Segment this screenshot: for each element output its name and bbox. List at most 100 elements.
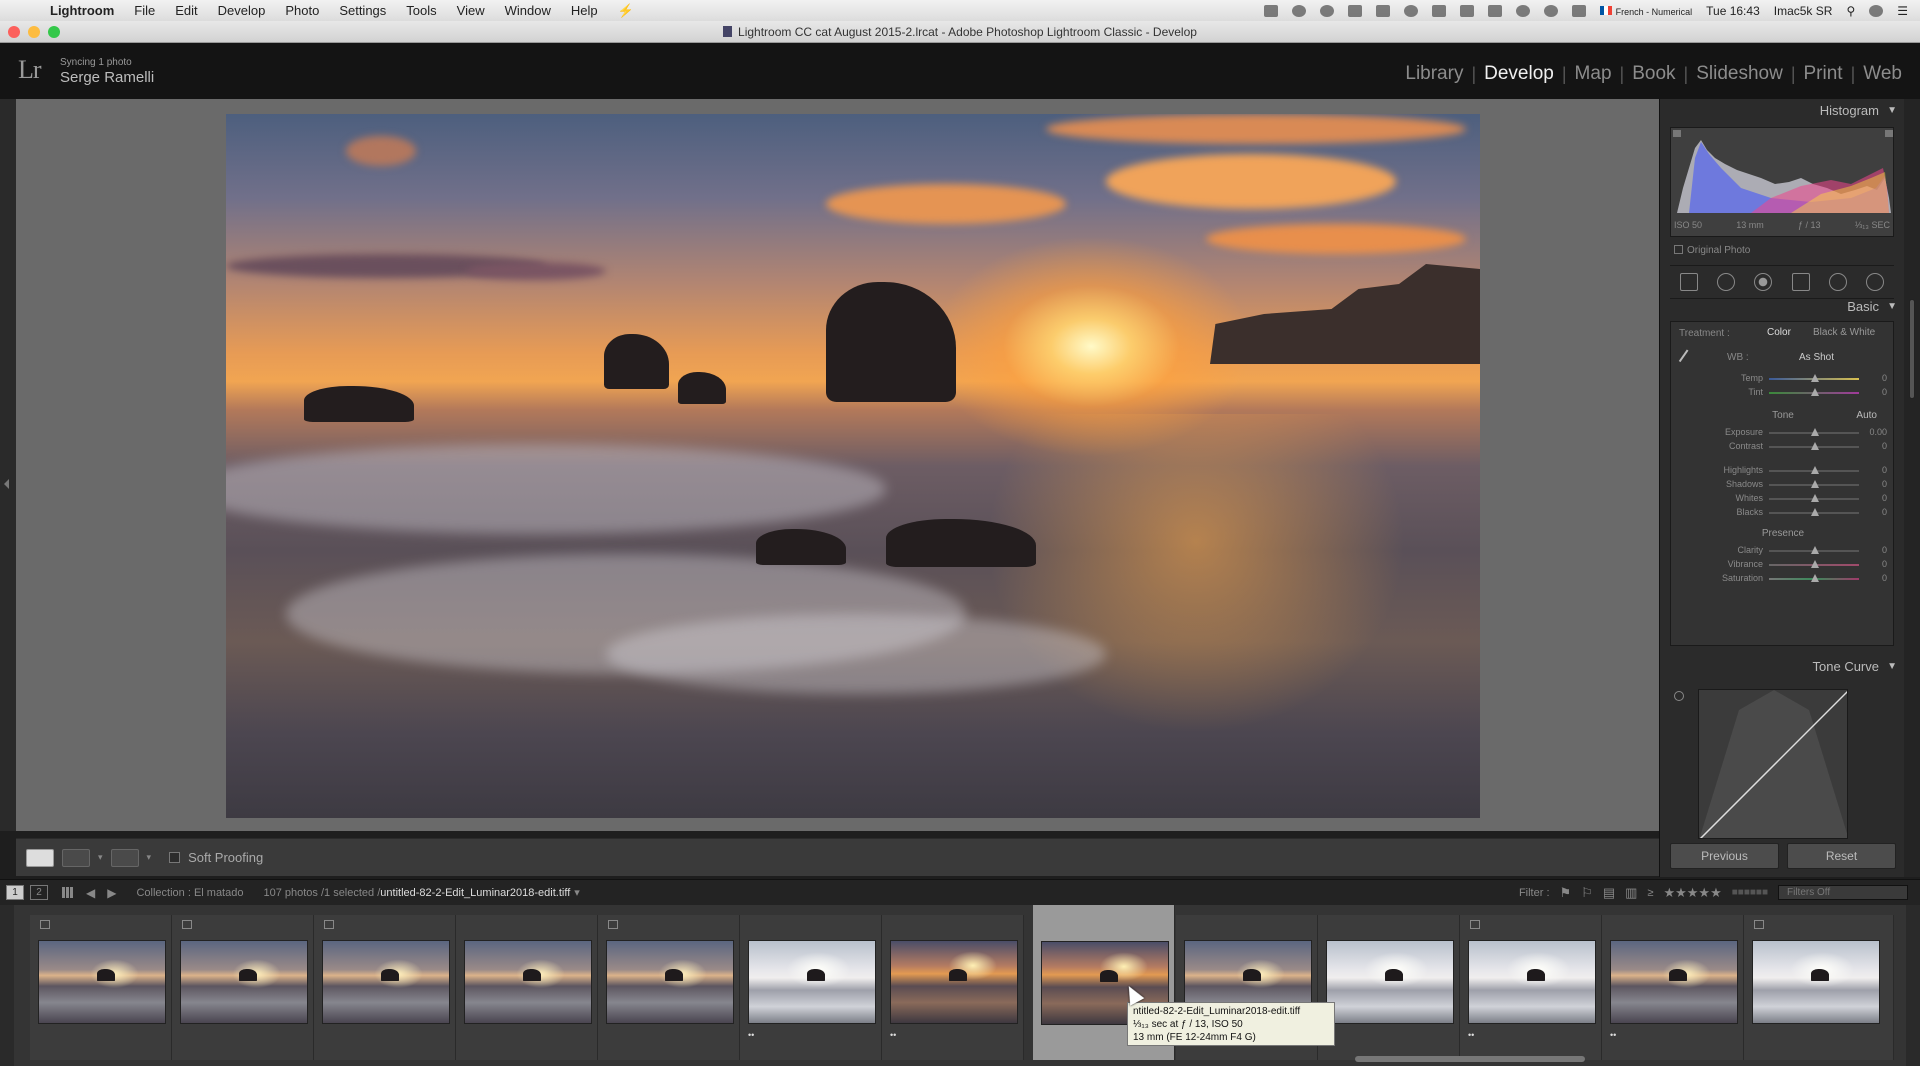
filmstrip-cell[interactable] bbox=[456, 915, 598, 1060]
photo-thumbnail[interactable] bbox=[464, 940, 592, 1024]
filmstrip-cell[interactable] bbox=[1744, 915, 1894, 1060]
slider-temp[interactable]: Temp 0 bbox=[1671, 372, 1895, 386]
minimize-button[interactable] bbox=[28, 26, 40, 38]
graduated-filter-icon[interactable] bbox=[1791, 273, 1810, 291]
menu-file[interactable]: File bbox=[124, 0, 165, 21]
reset-button[interactable]: Reset bbox=[1787, 843, 1896, 869]
module-print[interactable]: Print bbox=[1796, 63, 1851, 85]
module-web[interactable]: Web bbox=[1855, 63, 1910, 85]
filmstrip-scrollbar[interactable] bbox=[1355, 1056, 1585, 1062]
wifi-icon[interactable] bbox=[1543, 4, 1558, 17]
red-eye-icon[interactable] bbox=[1754, 273, 1773, 291]
loupe-view[interactable] bbox=[16, 99, 1659, 831]
photo-thumbnail[interactable] bbox=[322, 940, 450, 1024]
dropbox-icon[interactable] bbox=[1375, 4, 1390, 17]
creative-cloud-icon[interactable] bbox=[1291, 4, 1306, 17]
filmstrip-cell[interactable]: •• bbox=[740, 915, 882, 1060]
slider-value[interactable]: 0 bbox=[1882, 441, 1887, 451]
main-photo[interactable] bbox=[226, 114, 1480, 818]
tone-curve-header[interactable]: Tone Curve ▼ bbox=[1660, 655, 1905, 679]
filmstrip-cell[interactable] bbox=[314, 915, 456, 1060]
previous-button[interactable]: Previous bbox=[1670, 843, 1779, 869]
basic-header[interactable]: Basic ▼ bbox=[1660, 295, 1905, 319]
lightning-icon[interactable]: ⚡ bbox=[608, 0, 644, 21]
star-rating-filter[interactable]: ★★★★★ bbox=[1663, 885, 1721, 901]
slider-value[interactable]: 0 bbox=[1882, 559, 1887, 569]
spotlight-icon[interactable]: ⚲ bbox=[1846, 4, 1855, 18]
right-panel-scrollbar[interactable] bbox=[1904, 99, 1920, 877]
virtual-copy-filter-icon[interactable]: ▥ bbox=[1625, 885, 1637, 901]
filmstrip-cell[interactable]: •• bbox=[1602, 915, 1744, 1060]
rating-operator[interactable]: ≥ bbox=[1647, 887, 1653, 899]
scroll-thumb[interactable] bbox=[1909, 299, 1915, 399]
flag-filter-icon[interactable]: ⚑ bbox=[1560, 885, 1572, 901]
chevron-down-icon[interactable]: ▾ bbox=[98, 852, 103, 863]
before-after-button[interactable] bbox=[62, 848, 90, 867]
slider-value[interactable]: 0 bbox=[1882, 545, 1887, 555]
highlight-clipping-toggle[interactable] bbox=[1885, 130, 1893, 137]
slider-knob[interactable] bbox=[1811, 442, 1819, 450]
eyedropper-icon[interactable] bbox=[1678, 349, 1704, 373]
slider-value[interactable]: 0 bbox=[1882, 373, 1887, 383]
menu-photo[interactable]: Photo bbox=[275, 0, 329, 21]
chevron-down-icon[interactable]: ▾ bbox=[147, 852, 152, 863]
filmstrip-cell[interactable] bbox=[1318, 915, 1460, 1060]
menubar-clock[interactable]: Tue 16:43 bbox=[1706, 4, 1760, 18]
sync-status[interactable]: Syncing 1 photo bbox=[60, 57, 132, 68]
slider-knob[interactable] bbox=[1811, 546, 1819, 554]
photo-thumbnail[interactable] bbox=[180, 940, 308, 1024]
photo-thumbnail[interactable] bbox=[606, 940, 734, 1024]
slider-tint[interactable]: Tint 0 bbox=[1671, 386, 1895, 400]
slider-exposure[interactable]: Exposure 0.00 bbox=[1671, 426, 1895, 440]
grid-view-icon[interactable] bbox=[62, 887, 74, 898]
filmstrip-scroll-left[interactable] bbox=[0, 905, 14, 1066]
radial-filter-icon[interactable] bbox=[1828, 273, 1847, 291]
module-slideshow[interactable]: Slideshow bbox=[1688, 63, 1791, 85]
photo-thumbnail[interactable] bbox=[1610, 940, 1738, 1024]
menubar-user[interactable]: Imac5k SR bbox=[1774, 4, 1833, 18]
main-screen-button[interactable]: 1 bbox=[6, 885, 24, 900]
display-icon[interactable] bbox=[1571, 4, 1586, 17]
slider-value[interactable]: 0 bbox=[1882, 387, 1887, 397]
photo-thumbnail[interactable] bbox=[890, 940, 1018, 1024]
slider-saturation[interactable]: Saturation 0 bbox=[1671, 572, 1895, 586]
photo-thumbnail[interactable] bbox=[1752, 940, 1880, 1024]
filmstrip-cell[interactable]: •• bbox=[882, 915, 1024, 1060]
slider-blacks[interactable]: Blacks 0 bbox=[1671, 506, 1895, 520]
cloud-icon[interactable] bbox=[1403, 4, 1418, 17]
maximize-button[interactable] bbox=[48, 26, 60, 38]
slider-contrast[interactable]: Contrast 0 bbox=[1671, 440, 1895, 454]
menu-app[interactable]: Lightroom bbox=[40, 0, 124, 21]
module-library[interactable]: Library bbox=[1397, 63, 1471, 85]
filmstrip-scroll-right[interactable] bbox=[1906, 905, 1920, 1066]
spot-removal-icon[interactable] bbox=[1716, 273, 1735, 291]
slider-shadows[interactable]: Shadows 0 bbox=[1671, 478, 1895, 492]
filters-off-dropdown[interactable]: Filters Off bbox=[1778, 885, 1908, 900]
left-panel-toggle[interactable] bbox=[0, 99, 16, 831]
edit-filter-icon[interactable]: ▤ bbox=[1603, 885, 1615, 901]
eye-icon[interactable] bbox=[1347, 4, 1362, 17]
auto-tone-button[interactable]: Auto bbox=[1856, 410, 1877, 421]
filmstrip-cell[interactable]: •• bbox=[1460, 915, 1602, 1060]
slider-knob[interactable] bbox=[1811, 466, 1819, 474]
target-adjust-icon[interactable] bbox=[1674, 691, 1684, 701]
treatment-bw[interactable]: Black & White bbox=[1813, 327, 1875, 338]
slider-knob[interactable] bbox=[1811, 374, 1819, 382]
treatment-color[interactable]: Color bbox=[1767, 327, 1791, 338]
wrench-icon[interactable] bbox=[1459, 4, 1474, 17]
slider-value[interactable]: 0 bbox=[1882, 573, 1887, 583]
slider-knob[interactable] bbox=[1811, 480, 1819, 488]
menu-tools[interactable]: Tools bbox=[396, 0, 446, 21]
loupe-view-button[interactable] bbox=[26, 848, 54, 867]
photo-thumbnail[interactable] bbox=[1468, 940, 1596, 1024]
second-screen-button[interactable]: 2 bbox=[30, 885, 48, 900]
slider-knob[interactable] bbox=[1811, 494, 1819, 502]
chat-icon[interactable] bbox=[1431, 4, 1446, 17]
menu-settings[interactable]: Settings bbox=[329, 0, 396, 21]
module-book[interactable]: Book bbox=[1624, 63, 1683, 85]
module-develop[interactable]: Develop bbox=[1476, 63, 1562, 85]
filmstrip-cell[interactable] bbox=[172, 915, 314, 1060]
soft-proofing-checkbox[interactable] bbox=[169, 852, 181, 863]
crop-tool-icon[interactable] bbox=[1679, 273, 1698, 291]
keyboard-layout[interactable]: French - Numerical bbox=[1599, 4, 1692, 18]
